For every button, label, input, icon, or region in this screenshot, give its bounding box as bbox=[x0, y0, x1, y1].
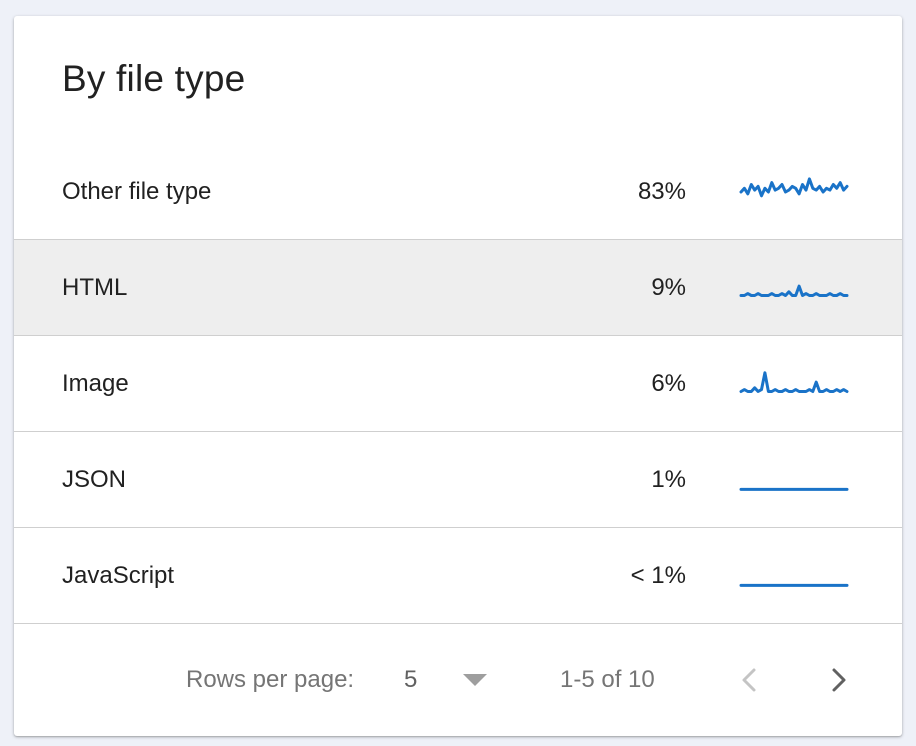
row-percent: 83% bbox=[637, 178, 686, 205]
row-label: JSON bbox=[62, 466, 127, 493]
rows-per-page-select[interactable]: 5 bbox=[394, 652, 504, 708]
row-label: JavaScript bbox=[62, 562, 175, 589]
row-percent: 1% bbox=[651, 466, 686, 493]
previous-page-button[interactable] bbox=[728, 658, 772, 702]
row-label: Other file type bbox=[62, 178, 212, 205]
next-page-button[interactable] bbox=[816, 658, 860, 702]
table-row[interactable]: Image 6% bbox=[14, 336, 902, 432]
pagination-range: 1-5 of 10 bbox=[560, 666, 655, 693]
sparkline bbox=[739, 371, 849, 393]
sparkline bbox=[739, 284, 849, 297]
rows-per-page-value: 5 bbox=[404, 666, 418, 693]
row-percent: 6% bbox=[651, 370, 686, 397]
row-label: HTML bbox=[62, 274, 128, 301]
sparkline bbox=[739, 487, 849, 491]
pagination-footer: Rows per page: 5 1-5 of 10 bbox=[14, 624, 902, 736]
sparkline-series bbox=[739, 177, 849, 198]
table-row[interactable]: JavaScript < 1% bbox=[14, 528, 902, 624]
dropdown-arrow-icon bbox=[463, 674, 487, 686]
sparkline-series bbox=[739, 284, 849, 297]
file-type-table: Other file type 83% HTML 9% Image 6% JSO… bbox=[14, 144, 902, 624]
chevron-left-icon bbox=[742, 668, 756, 692]
table-row[interactable]: JSON 1% bbox=[14, 432, 902, 528]
card-title: By file type bbox=[62, 58, 246, 99]
sparkline bbox=[739, 177, 849, 198]
rows-per-page-label: Rows per page: bbox=[186, 666, 355, 693]
sparkline bbox=[739, 583, 849, 587]
row-label: Image bbox=[62, 370, 129, 397]
table-row[interactable]: Other file type 83% bbox=[14, 144, 902, 240]
file-type-card: By file type Other file type 83% HTML 9%… bbox=[14, 16, 902, 736]
row-percent: < 1% bbox=[630, 562, 686, 589]
row-percent: 9% bbox=[651, 274, 686, 301]
sparkline-series bbox=[739, 371, 849, 393]
chevron-right-icon bbox=[832, 668, 846, 692]
table-row[interactable]: HTML 9% bbox=[14, 240, 902, 336]
